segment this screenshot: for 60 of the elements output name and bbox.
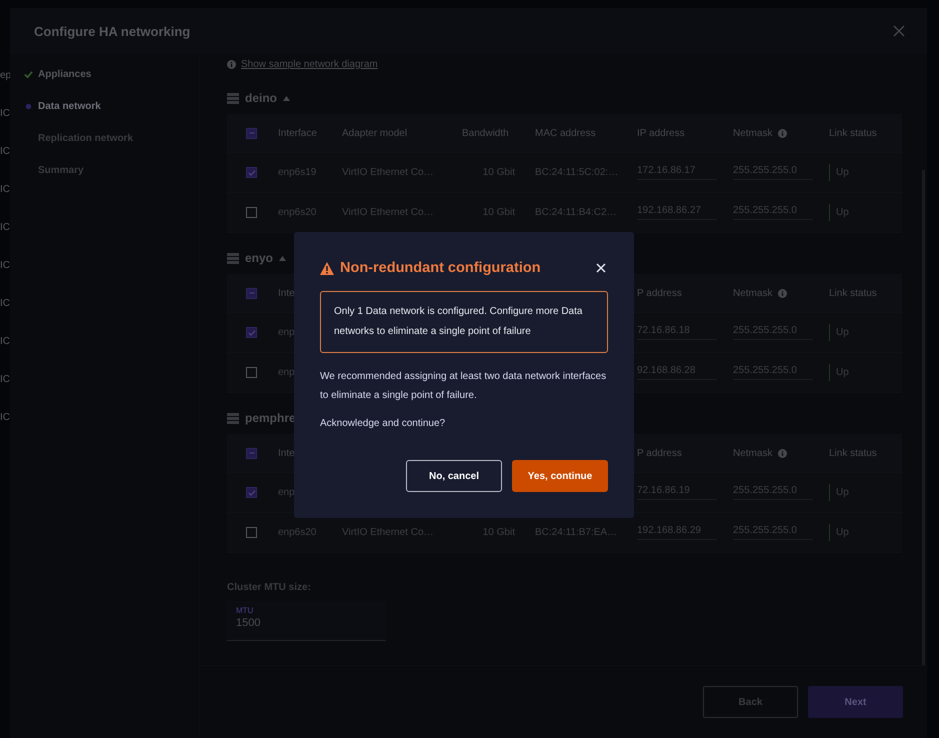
background-text: IC <box>0 107 10 121</box>
check-icon <box>248 488 256 496</box>
appliance-name: pemphre <box>245 411 296 425</box>
checkbox[interactable] <box>246 487 257 498</box>
column-header: Adapter model <box>342 128 408 138</box>
continue-button[interactable]: Yes, continue <box>512 460 608 492</box>
diagram-link[interactable]: Show sample network diagram <box>241 58 378 70</box>
step-item[interactable]: Data network <box>38 100 101 112</box>
caret-icon[interactable] <box>283 96 290 100</box>
background-text: IC <box>0 335 10 349</box>
checkbox[interactable] <box>246 367 257 378</box>
cancel-button[interactable]: No, cancel <box>406 460 502 492</box>
checkbox[interactable] <box>246 527 257 538</box>
background-text: IC <box>0 259 10 273</box>
checkbox[interactable] <box>246 288 257 298</box>
background-text: IC <box>0 411 10 425</box>
info-icon <box>778 448 788 458</box>
server-icon <box>227 412 239 424</box>
window-title: Configure HA networking <box>34 24 190 38</box>
column-header: Netmask <box>733 128 772 138</box>
dialog-title: Non-redundant configuration <box>340 260 541 276</box>
info-icon <box>227 60 236 68</box>
column-header: Link status <box>829 128 877 138</box>
alert-message: Only 1 Data network is configured. Configure more Data networks to eliminate a single point of failure <box>320 291 608 353</box>
column-header: Link status <box>829 288 877 298</box>
column-header: Netmask <box>733 448 772 458</box>
dialog-question: Acknowledge and continue? <box>320 418 446 429</box>
column-header: Interface <box>278 128 317 138</box>
column-header: P address <box>637 288 682 298</box>
checkbox[interactable] <box>246 167 257 178</box>
checkbox[interactable] <box>246 448 257 458</box>
info-icon <box>778 128 788 138</box>
check-icon <box>248 168 256 176</box>
server-icon <box>227 252 239 264</box>
checkbox[interactable] <box>246 128 257 138</box>
appliance-name: enyo <box>245 251 274 265</box>
column-header: Inte <box>278 448 295 458</box>
checkbox[interactable] <box>246 207 257 218</box>
column-header: P address <box>637 448 682 458</box>
background-text: IC <box>0 145 10 159</box>
step-item[interactable]: Appliances <box>38 68 92 80</box>
check-icon <box>248 328 256 336</box>
server-icon <box>227 92 239 104</box>
checkbox[interactable] <box>246 327 257 338</box>
column-header: IP address <box>637 128 685 138</box>
appliance-name: deino <box>245 91 277 105</box>
info-icon <box>778 288 788 298</box>
background-text: IC <box>0 221 10 235</box>
background-text: IC <box>0 297 10 311</box>
caret-icon[interactable] <box>279 256 286 260</box>
next-button[interactable]: Next <box>808 686 903 718</box>
column-header: Netmask <box>733 288 772 298</box>
warning-icon <box>320 262 334 274</box>
background-text: IC <box>0 183 10 197</box>
dialog-message: We recommended assigning at least two data network interfaces to eliminate a single point of failure. <box>320 370 608 403</box>
column-header: MAC address <box>535 128 596 138</box>
column-header: Bandwidth <box>462 128 509 138</box>
column-header: Inte <box>278 288 295 298</box>
column-header: Link status <box>829 448 877 458</box>
background-text: IC <box>0 373 10 387</box>
